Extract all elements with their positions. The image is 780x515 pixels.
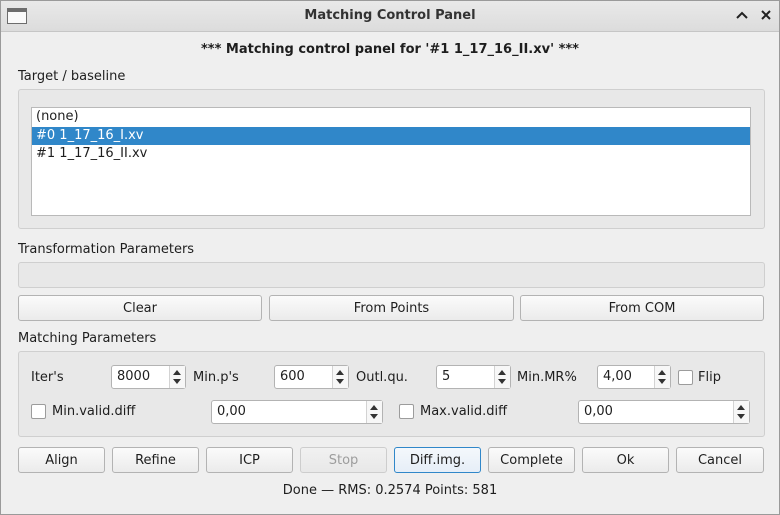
spin-up-icon[interactable] — [336, 370, 344, 375]
max-valid-diff-stepper[interactable] — [733, 401, 749, 423]
spin-down-icon[interactable] — [737, 414, 745, 419]
align-button[interactable]: Align — [18, 447, 105, 473]
min-valid-diff-checkbox[interactable] — [31, 404, 46, 419]
spin-down-icon[interactable] — [498, 379, 506, 384]
spin-down-icon[interactable] — [370, 414, 378, 419]
icp-button[interactable]: ICP — [206, 447, 293, 473]
iters-spinbox[interactable]: 8000 — [111, 365, 186, 389]
min-mr-stepper[interactable] — [654, 366, 670, 388]
transformation-section-label: Transformation Parameters — [18, 242, 195, 257]
max-valid-diff-label: Max.valid.diff — [420, 404, 508, 419]
iters-value: 8000 — [117, 369, 151, 384]
diff-img-button[interactable]: Diff.img. — [394, 447, 481, 473]
matching-control-panel-window: Matching Control Panel *** Matching cont… — [0, 0, 780, 515]
min-ps-stepper[interactable] — [332, 366, 348, 388]
window-title: Matching Control Panel — [304, 8, 476, 23]
min-valid-diff-spinbox[interactable]: 0,00 — [211, 400, 383, 424]
iters-label: Iter's — [31, 370, 64, 385]
ok-button[interactable]: Ok — [582, 447, 669, 473]
spin-up-icon[interactable] — [737, 405, 745, 410]
matching-section-label: Matching Parameters — [18, 331, 157, 346]
min-mr-label: Min.MR% — [517, 370, 577, 385]
cancel-button[interactable]: Cancel — [676, 447, 764, 473]
target-section-label: Target / baseline — [18, 69, 126, 84]
clear-button[interactable]: Clear — [18, 295, 262, 321]
close-icon — [761, 10, 771, 20]
spin-down-icon[interactable] — [173, 379, 181, 384]
list-item[interactable]: #1 1_17_16_II.xv — [32, 145, 750, 164]
max-valid-diff-value: 0,00 — [584, 404, 613, 419]
outl-qu-spinbox[interactable]: 5 — [436, 365, 511, 389]
min-valid-diff-stepper[interactable] — [366, 401, 382, 423]
flip-checkbox[interactable] — [678, 370, 693, 385]
transformation-field[interactable] — [18, 262, 765, 288]
outl-qu-value: 5 — [442, 369, 451, 384]
chevron-up-icon — [736, 11, 748, 19]
spin-up-icon[interactable] — [370, 405, 378, 410]
iters-stepper[interactable] — [169, 366, 185, 388]
list-item[interactable]: (none) — [32, 108, 750, 127]
panel-heading: *** Matching control panel for '#1 1_17_… — [201, 42, 579, 57]
min-mr-spinbox[interactable]: 4,00 — [597, 365, 671, 389]
minimize-button[interactable] — [732, 5, 752, 25]
min-mr-value: 4,00 — [603, 369, 632, 384]
title-bar[interactable]: Matching Control Panel — [1, 1, 779, 32]
max-valid-diff-spinbox[interactable]: 0,00 — [578, 400, 750, 424]
max-valid-diff-checkbox[interactable] — [399, 404, 414, 419]
from-com-button[interactable]: From COM — [520, 295, 764, 321]
target-list[interactable]: (none) #0 1_17_16_I.xv #1 1_17_16_II.xv — [31, 107, 751, 216]
outl-qu-stepper[interactable] — [494, 366, 510, 388]
outl-qu-label: Outl.qu. — [356, 370, 408, 385]
list-item[interactable]: #0 1_17_16_I.xv — [32, 126, 750, 145]
spin-down-icon[interactable] — [336, 379, 344, 384]
close-button[interactable] — [756, 5, 776, 25]
min-ps-spinbox[interactable]: 600 — [274, 365, 349, 389]
spin-up-icon[interactable] — [173, 370, 181, 375]
status-text: Done — RMS: 0.2574 Points: 581 — [282, 483, 498, 498]
min-valid-diff-value: 0,00 — [217, 404, 246, 419]
min-valid-diff-label: Min.valid.diff — [52, 404, 136, 419]
min-ps-label: Min.p's — [193, 370, 239, 385]
spin-up-icon[interactable] — [658, 370, 666, 375]
refine-button[interactable]: Refine — [112, 447, 199, 473]
spin-up-icon[interactable] — [498, 370, 506, 375]
spin-down-icon[interactable] — [658, 379, 666, 384]
flip-label: Flip — [698, 370, 721, 385]
stop-button[interactable]: Stop — [300, 447, 387, 473]
matching-frame — [18, 351, 765, 437]
complete-button[interactable]: Complete — [488, 447, 575, 473]
from-points-button[interactable]: From Points — [269, 295, 514, 321]
min-ps-value: 600 — [280, 369, 305, 384]
